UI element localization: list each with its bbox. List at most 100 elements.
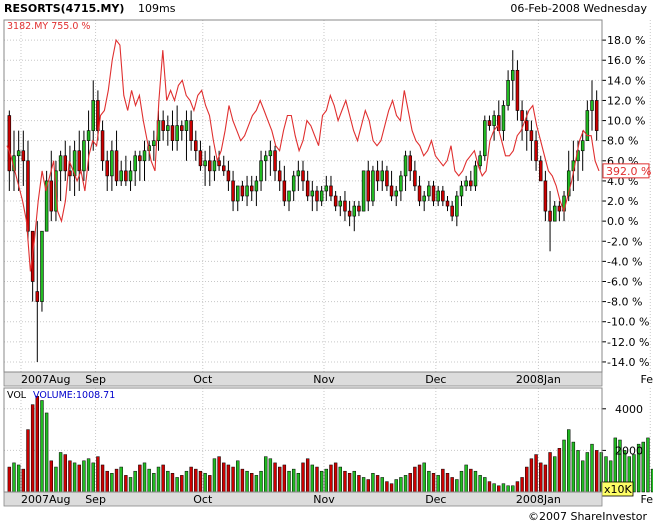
candle-up [399,175,403,192]
volume-bar-up [562,439,566,493]
volume-bar-up [203,473,207,493]
candle-down [124,170,128,182]
candle-up [380,170,384,182]
candle-down [240,185,245,197]
candle-up [511,69,515,81]
volume-bar-up [119,466,123,493]
candle-down [208,160,212,172]
volume-bar-down [347,473,352,493]
volume-bar-up [184,470,189,493]
volume-bar-down [180,475,184,493]
volume-bar-up [268,458,273,493]
price-xtick-label: Nov [313,373,335,386]
volume-bar-down [525,466,529,493]
price-ytick-label: -14.0 % [607,356,649,369]
volume-bar-down [520,477,524,493]
price-xtick-label: 2008Jan [516,373,561,386]
volume-bar-down [515,481,520,493]
volume-bar-up [478,475,482,493]
candle-up [319,190,324,202]
candle-up [212,160,217,172]
volume-bar-down [21,468,26,493]
candle-up [203,160,207,167]
volume-bar-down [301,462,305,493]
volume-bar-up [156,466,161,493]
volume-bar-down [100,464,105,493]
volume-bar-down [277,466,282,493]
price-ytick-label: -2.0 % [607,235,642,248]
candle-up [245,185,249,197]
volume-bar-up [152,473,156,493]
candle-down [548,210,552,222]
candle-up [580,140,585,152]
candle-down [315,190,319,202]
candle-down [487,120,492,126]
candle-down [217,160,221,167]
volume-bar-up [296,473,301,493]
candle-up [175,125,179,141]
candle-down [21,150,26,162]
volume-bar-up [646,437,650,493]
volume-bar-up [128,477,133,493]
price-ytick-label: 14.0 % [607,74,645,87]
volume-bar-up [511,485,515,493]
candle-down [305,180,310,197]
candle-up [473,165,478,187]
candle-up [478,155,482,167]
volume-bar-down [114,468,119,493]
volume-xtick-label: Dec [425,493,446,506]
volume-bar-up [492,483,496,493]
candle-up [492,115,496,126]
price-xtick-label: Oct [193,373,213,386]
candle-up [259,160,263,182]
volume-xtick-label: Sep [85,493,106,506]
volume-bar-down [105,470,109,493]
volume-bar-down [222,462,226,493]
volume-bar-down [413,466,417,493]
price-xtick-label: Feb [641,373,653,386]
volume-bar-up [287,470,291,493]
volume-bar-down [124,475,128,493]
volume-bar-up [12,462,16,493]
candle-down [189,120,193,141]
price-ytick-label: 10.0 % [607,115,645,128]
volume-bar-up [403,475,408,493]
candle-down [77,150,81,172]
candle-up [459,185,464,197]
candle-down [231,180,235,202]
volume-bar-down [389,483,394,493]
candle-down [357,205,361,212]
candle-down [7,115,12,172]
candle-down [180,125,184,131]
volume-bar-down [329,464,333,493]
candle-up [436,190,440,202]
candle-down [431,185,436,202]
candle-up [142,150,147,162]
candle-down [273,150,277,172]
volume-bar-up [291,468,296,493]
volume-bar-down [30,404,35,493]
volume-bar-up [455,479,459,493]
last-value-label: 392.0 % [606,165,651,178]
chart-legends: 3182.MY 755.0 % VOL VOLUME:1008.71 [7,21,115,401]
volume-bar-up [110,473,114,493]
volume-bar-down [161,464,165,493]
candle-down [63,155,68,172]
price-ytick-label: -12.0 % [607,336,649,349]
candle-down [222,165,226,172]
candle-down [277,170,282,182]
chart-frames: 2007Aug 2007Aug Sep Sep Oct Oct Nov Nov Dec Dec 20… [3,19,653,507]
volume-bar-up [324,468,329,493]
volume-bar-down [7,466,12,493]
volume-bar-down [375,475,380,493]
candle-up [287,190,291,202]
volume-bar-up [310,464,315,493]
candle-down [534,140,538,162]
candle-down [515,69,520,111]
price-ytick-label: 2.0 % [607,195,638,208]
volume-bar-up [338,466,342,493]
candle-up [464,180,468,187]
volume-bar-up [58,452,63,493]
candle-down [282,180,287,202]
volume-bar-up [147,468,151,493]
